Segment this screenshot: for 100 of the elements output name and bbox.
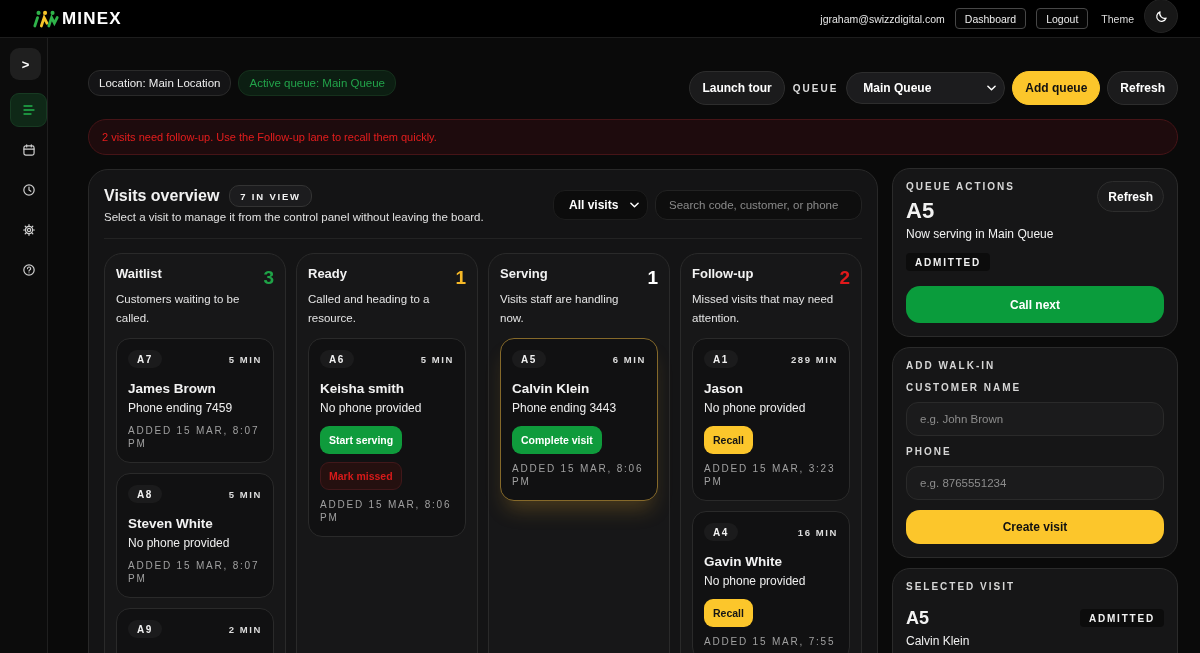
customer-name: Keisha smith [320,380,406,397]
phone-info: No phone provided [128,535,231,551]
call-next-button[interactable]: Call next [906,286,1164,323]
nav-button[interactable]: Logout [1036,8,1089,29]
customer-name: Steven White [128,515,214,532]
customer-name: Gavin White [704,553,783,570]
visit-card[interactable]: A6 5 MIN Keisha smith No phone provided Start serving Mark missed ADDED 15 MAR, 8:06 PM [308,338,466,537]
count-badge: 7 IN VIEW [229,185,312,207]
lane-title: Waitlist [116,265,162,283]
lane-description: Called and heading to a resource. [308,292,431,326]
field-label: CUSTOMER NAME [906,382,1023,394]
input-field[interactable]: e.g. 8765551234 [906,466,1164,500]
lane-count: 1 [647,268,658,288]
wait-time: 5 MIN [228,353,262,365]
added-time: ADDED 15 MAR, 8:06 PM [320,498,453,524]
lane-title: Follow-up [692,265,754,283]
phone-info: No phone provided [704,573,807,589]
calendar-icon [22,144,35,156]
wait-time: 2 MIN [228,623,262,635]
wait-time: 16 MIN [797,526,838,538]
field-label: PHONE [906,446,953,458]
added-time: ADDED 15 MAR, 8:07 PM [128,559,261,585]
chevron-down-icon [987,85,997,91]
customer-name: Calvin Klein [906,633,971,649]
phone-info: No phone provided [320,400,423,416]
wait-time: 5 MIN [420,353,454,365]
theme-toggle-button[interactable] [1144,0,1178,33]
lane-description: Customers waiting to be called. [116,292,241,326]
status-badge: ADMITTED [1079,609,1164,627]
board-subtitle: Select a visit to manage it from the control panel without leaving the board. [104,210,484,225]
lane-description: Visits staff are handling now. [500,292,620,326]
lane-count: 2 [839,268,850,288]
list-icon [22,105,35,115]
visit-action-button[interactable]: Mark missed [320,462,402,490]
visit-code: A8 [128,485,162,503]
visit-card[interactable]: A8 5 MIN Steven White No phone provided ADDED 15 MAR, 8:07 PM [116,473,274,598]
sidebar-item[interactable] [10,93,47,127]
serving-status: Now serving in Main Queue [906,226,1054,242]
moon-icon [1154,9,1168,23]
wait-time: 5 MIN [228,488,262,500]
visit-card[interactable]: A5 6 MIN Calvin Klein Phone ending 3443 Complete visit ADDED 15 MAR, 8:06 PM [500,338,658,501]
customer-name: Jason [704,380,745,397]
lane-count: 3 [263,268,274,288]
input-field[interactable]: e.g. John Brown [906,402,1164,436]
added-time: ADDED 15 MAR, 7:55 [704,635,837,648]
lane-title: Ready [308,265,348,283]
phone-info: No phone provided [704,400,807,416]
visit-code: A5 [906,607,929,629]
lane-count: 1 [455,268,466,288]
nav-button[interactable]: Dashboard [954,8,1027,29]
visit-action-button[interactable]: Complete visit [512,426,602,454]
wait-time: 289 MIN [790,353,838,365]
phone-info: Phone ending 7459 [128,400,234,416]
visit-code: A1 [704,350,738,368]
visit-card[interactable]: A1 289 MIN Jason No phone provided Recall ADDED 15 MAR, 3:23 PM [692,338,850,501]
launch-tour-button[interactable]: Launch tour [689,71,785,105]
visit-code: A7 [128,350,162,368]
logo-text: MINEX [62,8,122,29]
theme-label: Theme [1101,12,1134,25]
section-heading: QUEUE ACTIONS [906,181,1015,193]
added-time: ADDED 15 MAR, 3:23 PM [704,462,837,488]
chevron-down-icon [630,202,639,208]
phone-info: Phone ending 3443 [512,400,618,416]
customer-name: Calvin Klein [512,380,591,397]
refresh-button[interactable]: Refresh [1097,181,1164,212]
visit-code: A9 [128,620,162,638]
queue-select[interactable]: Main Queue [846,72,1006,104]
visit-card[interactable]: A4 16 MIN Gavin White No phone provided Recall ADDED 15 MAR, 7:55 [692,511,850,653]
status-badge: ADMITTED [906,253,991,271]
serving-code: A5 [906,198,935,224]
customer-name: James Brown [128,380,217,397]
wait-time: 6 MIN [612,353,646,365]
visit-card[interactable]: A7 5 MIN James Brown Phone ending 7459 ADDED 15 MAR, 8:07 PM [116,338,274,463]
visit-code: A5 [512,350,546,368]
visit-action-button[interactable]: Recall [704,599,753,627]
create-visit-button[interactable]: Create visit [906,510,1164,544]
sidebar-toggle-button[interactable]: > [10,48,41,80]
queue-label: QUEUE [792,82,839,94]
active-queue-chip: Active queue: Main Queue [238,70,396,96]
location-chip: Location: Main Location [88,70,232,96]
added-time: ADDED 15 MAR, 8:07 PM [128,424,261,450]
alert-banner: 2 visits need follow-up. Use the Follow-up lane to recall them quickly. [88,119,1178,155]
help-icon [22,264,35,276]
visit-code: A6 [320,350,354,368]
add-queue-button[interactable]: Add queue [1012,71,1101,105]
settings-icon [22,224,35,236]
clock-icon [22,184,35,196]
visit-code: A4 [704,523,738,541]
section-heading: SELECTED VISIT [906,581,1017,593]
added-time: ADDED 15 MAR, 8:06 PM [512,462,645,488]
user-email: jgraham@swizzdigital.com [820,12,945,25]
filter-select[interactable]: All visits [553,190,648,220]
board-title: Visits overview [104,186,220,206]
refresh-button[interactable]: Refresh [1107,71,1178,105]
visit-action-button[interactable]: Recall [704,426,753,454]
search-field[interactable]: Search code, customer, or phone [655,190,862,220]
visit-card[interactable]: A9 2 MIN [116,608,274,653]
lane-description: Missed visits that may need attention. [692,292,835,326]
visit-action-button[interactable]: Start serving [320,426,403,454]
people-logo-icon [32,9,60,28]
